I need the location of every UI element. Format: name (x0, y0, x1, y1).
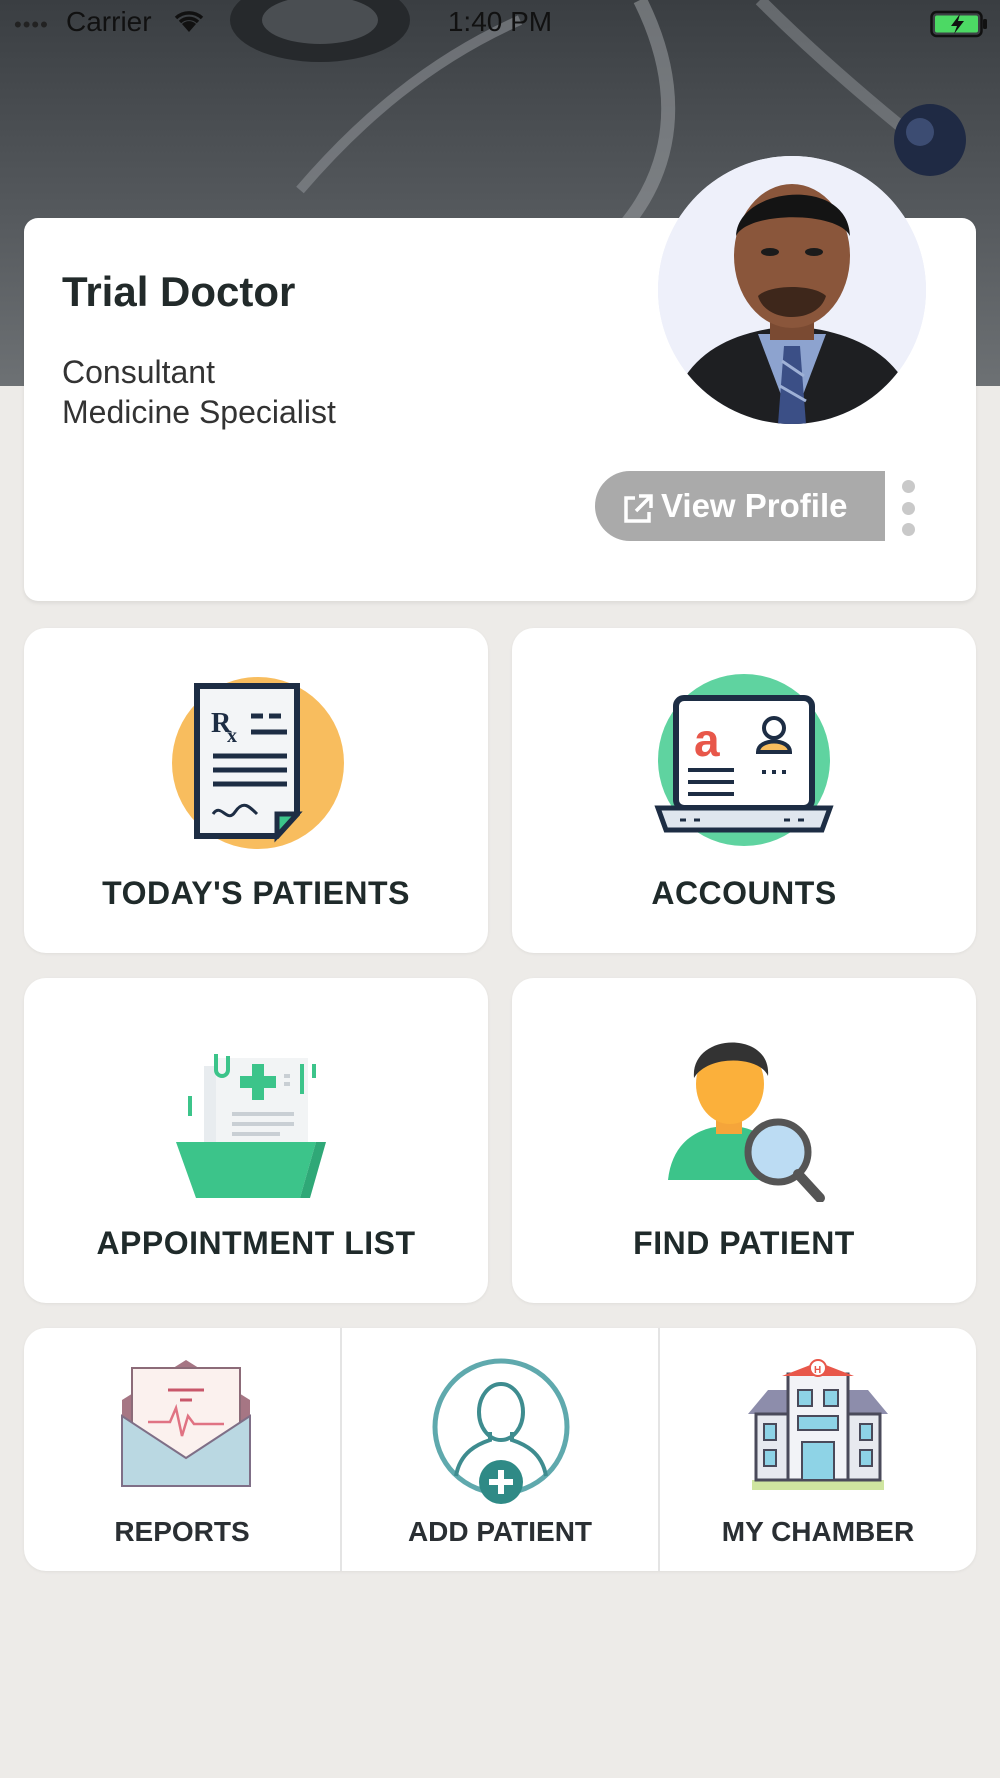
appointment-list-tile[interactable]: APPOINTMENT LIST (24, 978, 488, 1303)
status-bar: •••• Carrier 1:40 PM (0, 0, 1000, 46)
todays-patients-label: TODAY'S PATIENTS (102, 875, 410, 911)
add-patient-tile[interactable]: ADD PATIENT (342, 1328, 658, 1571)
laptop-account-icon: a (654, 674, 834, 855)
bottom-tiles-row: REPORTS ADD PATIENT H MY CHAMBER (24, 1328, 976, 1571)
view-profile-button[interactable]: View Profile (595, 471, 885, 541)
accounts-label: ACCOUNTS (651, 875, 837, 911)
medical-report-envelope-icon (118, 1356, 254, 1495)
my-chamber-label: MY CHAMBER (721, 1516, 915, 1547)
prescription-icon: R x (169, 674, 347, 857)
svg-text:x: x (227, 725, 237, 747)
battery-charging-icon (930, 10, 988, 45)
external-link-icon (621, 492, 655, 526)
appointment-list-label: APPOINTMENT LIST (96, 1225, 416, 1261)
doctor-title: Consultant (62, 354, 215, 390)
avatar[interactable] (658, 156, 926, 424)
hospital-building-icon: H (748, 1354, 888, 1497)
add-person-icon (430, 1356, 572, 1513)
doctor-specialty: Medicine Specialist (62, 394, 336, 430)
find-patient-label: FIND PATIENT (633, 1225, 855, 1261)
medical-folder-icon (176, 1054, 336, 1203)
todays-patients-tile[interactable]: R x TODAY'S PATIENTS (24, 628, 488, 953)
accounts-tile[interactable]: a ACCOUNTS (512, 628, 976, 953)
doctor-name: Trial Doctor (62, 268, 296, 315)
view-profile-label: View Profile (661, 487, 848, 524)
status-time: 1:40 PM (447, 6, 553, 37)
more-options-icon[interactable] (896, 480, 920, 536)
reports-label: REPORTS (114, 1516, 250, 1547)
svg-text:a: a (694, 714, 720, 766)
svg-text:H: H (814, 1365, 821, 1376)
person-search-icon (668, 1026, 828, 1207)
add-patient-label: ADD PATIENT (407, 1516, 593, 1547)
profile-card: Trial Doctor Consultant Medicine Special… (24, 156, 976, 601)
reports-tile[interactable]: REPORTS (24, 1328, 340, 1571)
find-patient-tile[interactable]: FIND PATIENT (512, 978, 976, 1303)
my-chamber-tile[interactable]: H MY CHAMBER (660, 1328, 976, 1571)
